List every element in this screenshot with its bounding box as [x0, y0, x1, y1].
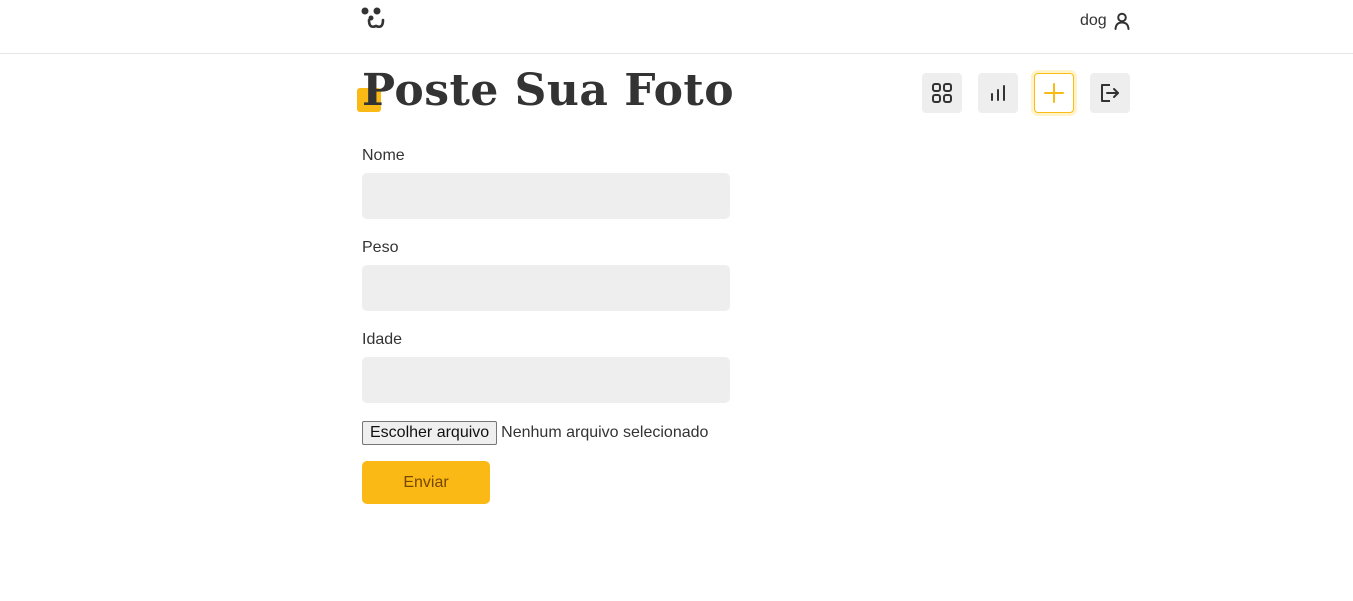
home-logo-link[interactable] [361, 6, 391, 32]
file-picker: Escolher arquivo Nenhum arquivo selecion… [362, 420, 730, 446]
file-status-text: Nenhum arquivo selecionado [501, 424, 709, 441]
grid-icon [932, 83, 952, 103]
site-header: dog [0, 0, 1353, 54]
choose-file-button[interactable]: Escolher arquivo [362, 421, 498, 445]
peso-label: Peso [362, 239, 399, 256]
username-label: dog [1080, 12, 1107, 29]
logout-icon [1101, 84, 1119, 102]
stats-icon [991, 85, 1005, 101]
stats-nav-button[interactable] [978, 73, 1018, 113]
idade-label: Idade [362, 331, 403, 348]
feed-nav-button[interactable] [922, 73, 962, 113]
nome-input[interactable] [362, 173, 730, 219]
page-title: Poste Sua Foto [362, 65, 735, 116]
peso-input[interactable] [362, 265, 730, 311]
post-photo-nav-button[interactable] [1034, 73, 1074, 113]
user-account-link[interactable]: dog [1080, 10, 1131, 32]
submit-button[interactable]: Enviar [362, 461, 490, 504]
nome-label: Nome [362, 147, 405, 164]
user-icon [1114, 12, 1130, 30]
post-photo-form: Nome Peso Idade Escolher arquivo Nenhum … [362, 146, 730, 504]
plus-icon [1044, 83, 1064, 103]
page-title-area: Poste Sua Foto [357, 62, 734, 122]
idade-input[interactable] [362, 357, 730, 403]
dog-face-icon [361, 7, 385, 29]
logout-nav-button[interactable] [1090, 73, 1130, 113]
